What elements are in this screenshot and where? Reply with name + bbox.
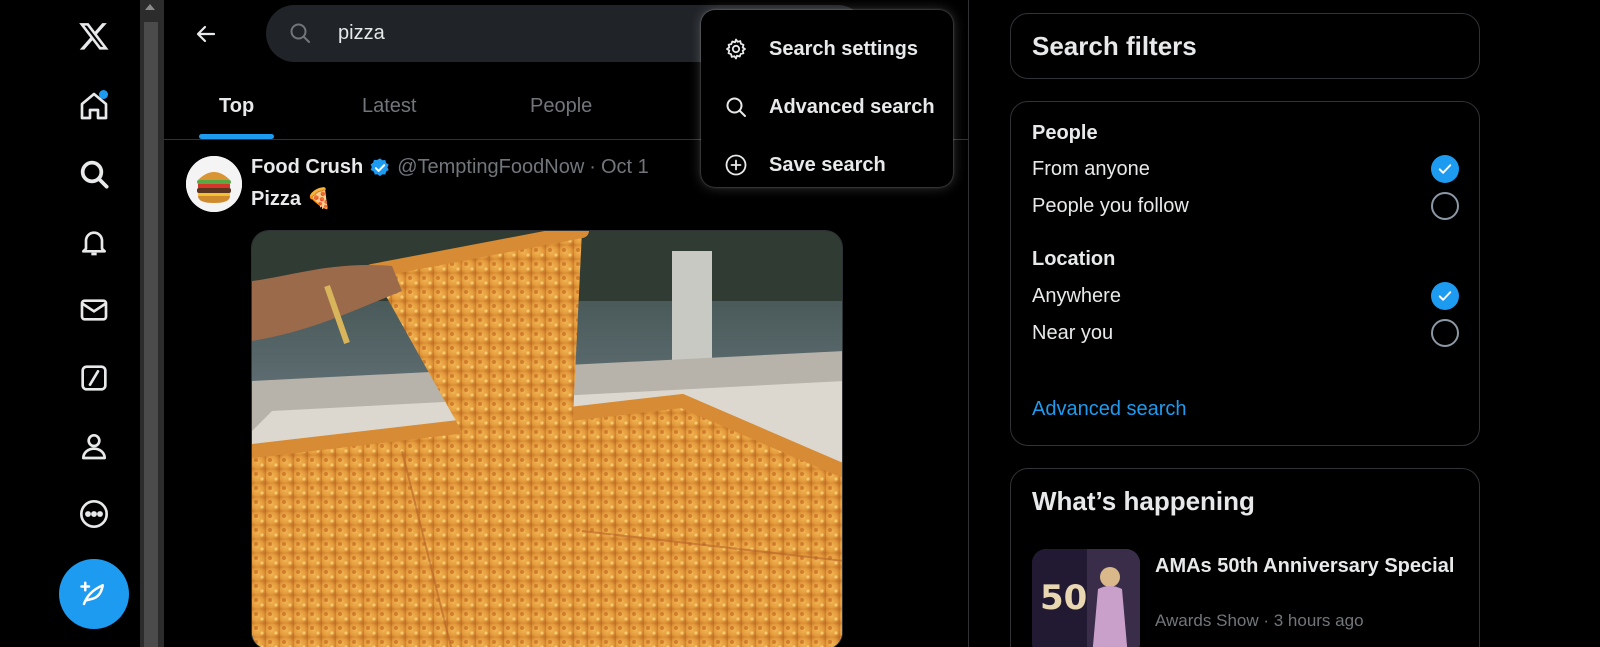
gear-glyph <box>726 38 746 60</box>
menu-item-advanced-search[interactable]: Advanced search <box>701 78 953 136</box>
checkmark-icon <box>1438 164 1452 174</box>
menu-item-label: Save search <box>769 153 886 176</box>
advanced-search-link[interactable]: Advanced search <box>1032 398 1187 421</box>
search-icon <box>723 94 749 120</box>
burger-avatar-image <box>186 156 242 212</box>
tab-people[interactable]: People <box>530 72 592 140</box>
bell-glyph <box>82 231 106 256</box>
gear-icon <box>723 36 749 62</box>
compose-post-button[interactable] <box>59 559 129 629</box>
menu-item-label: Search settings <box>769 37 918 60</box>
filter-people-you-follow-label[interactable]: People you follow <box>1032 195 1189 218</box>
scrollbar-thumb[interactable] <box>144 22 158 647</box>
location-filter-heading: Location <box>1032 248 1116 270</box>
post-media-image[interactable] <box>251 230 843 647</box>
bell-icon[interactable] <box>72 220 116 264</box>
search-filters-panel: People From anyone People you follow Loc… <box>1010 101 1480 446</box>
tab-people-label: People <box>530 94 593 117</box>
home-icon[interactable] <box>72 84 116 128</box>
menu-item-label: Advanced search <box>769 95 935 118</box>
notification-dot <box>99 90 108 99</box>
menu-item-save-search[interactable]: Save search <box>701 136 953 194</box>
search-options-menu: Search settings Advanced search Save sea… <box>701 10 953 187</box>
filter-from-anyone-label[interactable]: From anyone <box>1032 158 1150 181</box>
search-filters-header: Search filters <box>1010 13 1480 79</box>
post-author-name[interactable]: Food Crush <box>251 156 363 179</box>
plus-circle-icon <box>723 152 749 178</box>
menu-item-search-settings[interactable]: Search settings <box>701 20 953 78</box>
scroll-up-arrow[interactable] <box>145 4 155 10</box>
profile-glyph <box>82 434 106 460</box>
whats-happening-panel: What’s happening 50 AMAs 50th Anniversar… <box>1010 468 1480 647</box>
svg-text:50: 50 <box>1040 578 1087 618</box>
filter-near-you-radio[interactable] <box>1431 319 1459 347</box>
post-text: Pizza 🍕 <box>251 188 332 210</box>
tab-latest-label: Latest <box>362 94 417 117</box>
left-navigation <box>0 0 140 647</box>
grok-icon[interactable] <box>72 356 116 400</box>
trend-thumbnail-image[interactable]: 50 <box>1032 549 1140 647</box>
post[interactable]: Food Crush @TemptingFoodNow · Oct 1 Pizz… <box>164 140 969 647</box>
post-author-handle[interactable]: @TemptingFoodNow <box>397 156 584 179</box>
filter-people-you-follow-radio[interactable] <box>1431 192 1459 220</box>
x-logo-icon[interactable] <box>72 14 116 58</box>
post-meta-separator: · <box>589 156 596 178</box>
plus-circle-glyph <box>725 154 747 176</box>
tab-top[interactable]: Top <box>219 72 254 140</box>
filter-anywhere-label[interactable]: Anywhere <box>1032 285 1121 308</box>
explore-search-icon[interactable] <box>72 152 116 196</box>
arrow-left-icon <box>196 25 216 43</box>
verified-badge-icon[interactable] <box>369 157 391 179</box>
avatar[interactable] <box>186 156 242 212</box>
pizza-photo <box>252 231 842 647</box>
x-logo-glyph <box>79 23 109 50</box>
trend-title[interactable]: AMAs 50th Anniversary Special <box>1155 553 1455 580</box>
mail-icon[interactable] <box>72 288 116 332</box>
checkmark-icon <box>1438 291 1452 301</box>
trend-meta: Awards Show · 3 hours ago <box>1155 611 1364 630</box>
filter-near-you-label[interactable]: Near you <box>1032 322 1113 345</box>
tab-latest[interactable]: Latest <box>362 72 416 140</box>
grok-glyph <box>81 365 107 391</box>
filter-anywhere-radio[interactable] <box>1431 282 1459 310</box>
people-filter-heading: People <box>1032 122 1098 144</box>
more-glyph <box>80 500 108 528</box>
tab-top-label: Top <box>219 94 255 117</box>
post-date[interactable]: Oct 1 <box>601 156 649 179</box>
mail-glyph <box>80 299 108 321</box>
more-icon[interactable] <box>72 492 116 536</box>
search-filters-title: Search filters <box>1032 31 1197 61</box>
amas-poster: 50 <box>1032 549 1140 647</box>
back-button[interactable] <box>186 14 226 54</box>
feather-plus-icon <box>80 581 104 606</box>
whats-happening-title: What’s happening <box>1032 486 1255 516</box>
active-tab-indicator <box>199 134 274 139</box>
profile-icon[interactable] <box>72 424 116 468</box>
search-glyph <box>80 160 109 189</box>
search-icon <box>290 23 310 43</box>
verified-badge-glyph <box>370 157 389 176</box>
filter-from-anyone-radio[interactable] <box>1431 155 1459 183</box>
search-glyph <box>726 97 746 117</box>
post-header: Food Crush @TemptingFoodNow · Oct 1 <box>251 156 649 179</box>
